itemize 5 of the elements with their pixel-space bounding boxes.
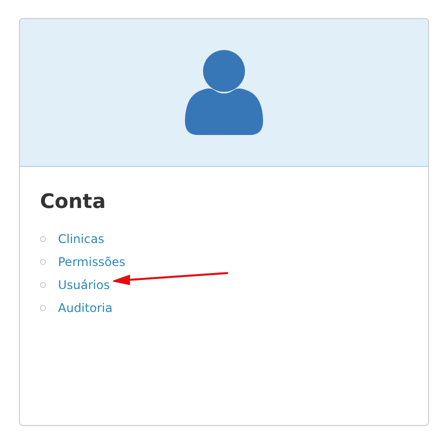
menu-link[interactable]: Usuários bbox=[58, 278, 110, 292]
menu-link[interactable]: Permissões bbox=[58, 254, 126, 268]
menu-link[interactable]: Auditoria bbox=[58, 300, 112, 314]
menu-link[interactable]: Clinicas bbox=[58, 232, 104, 246]
card-title: Conta bbox=[40, 189, 107, 213]
